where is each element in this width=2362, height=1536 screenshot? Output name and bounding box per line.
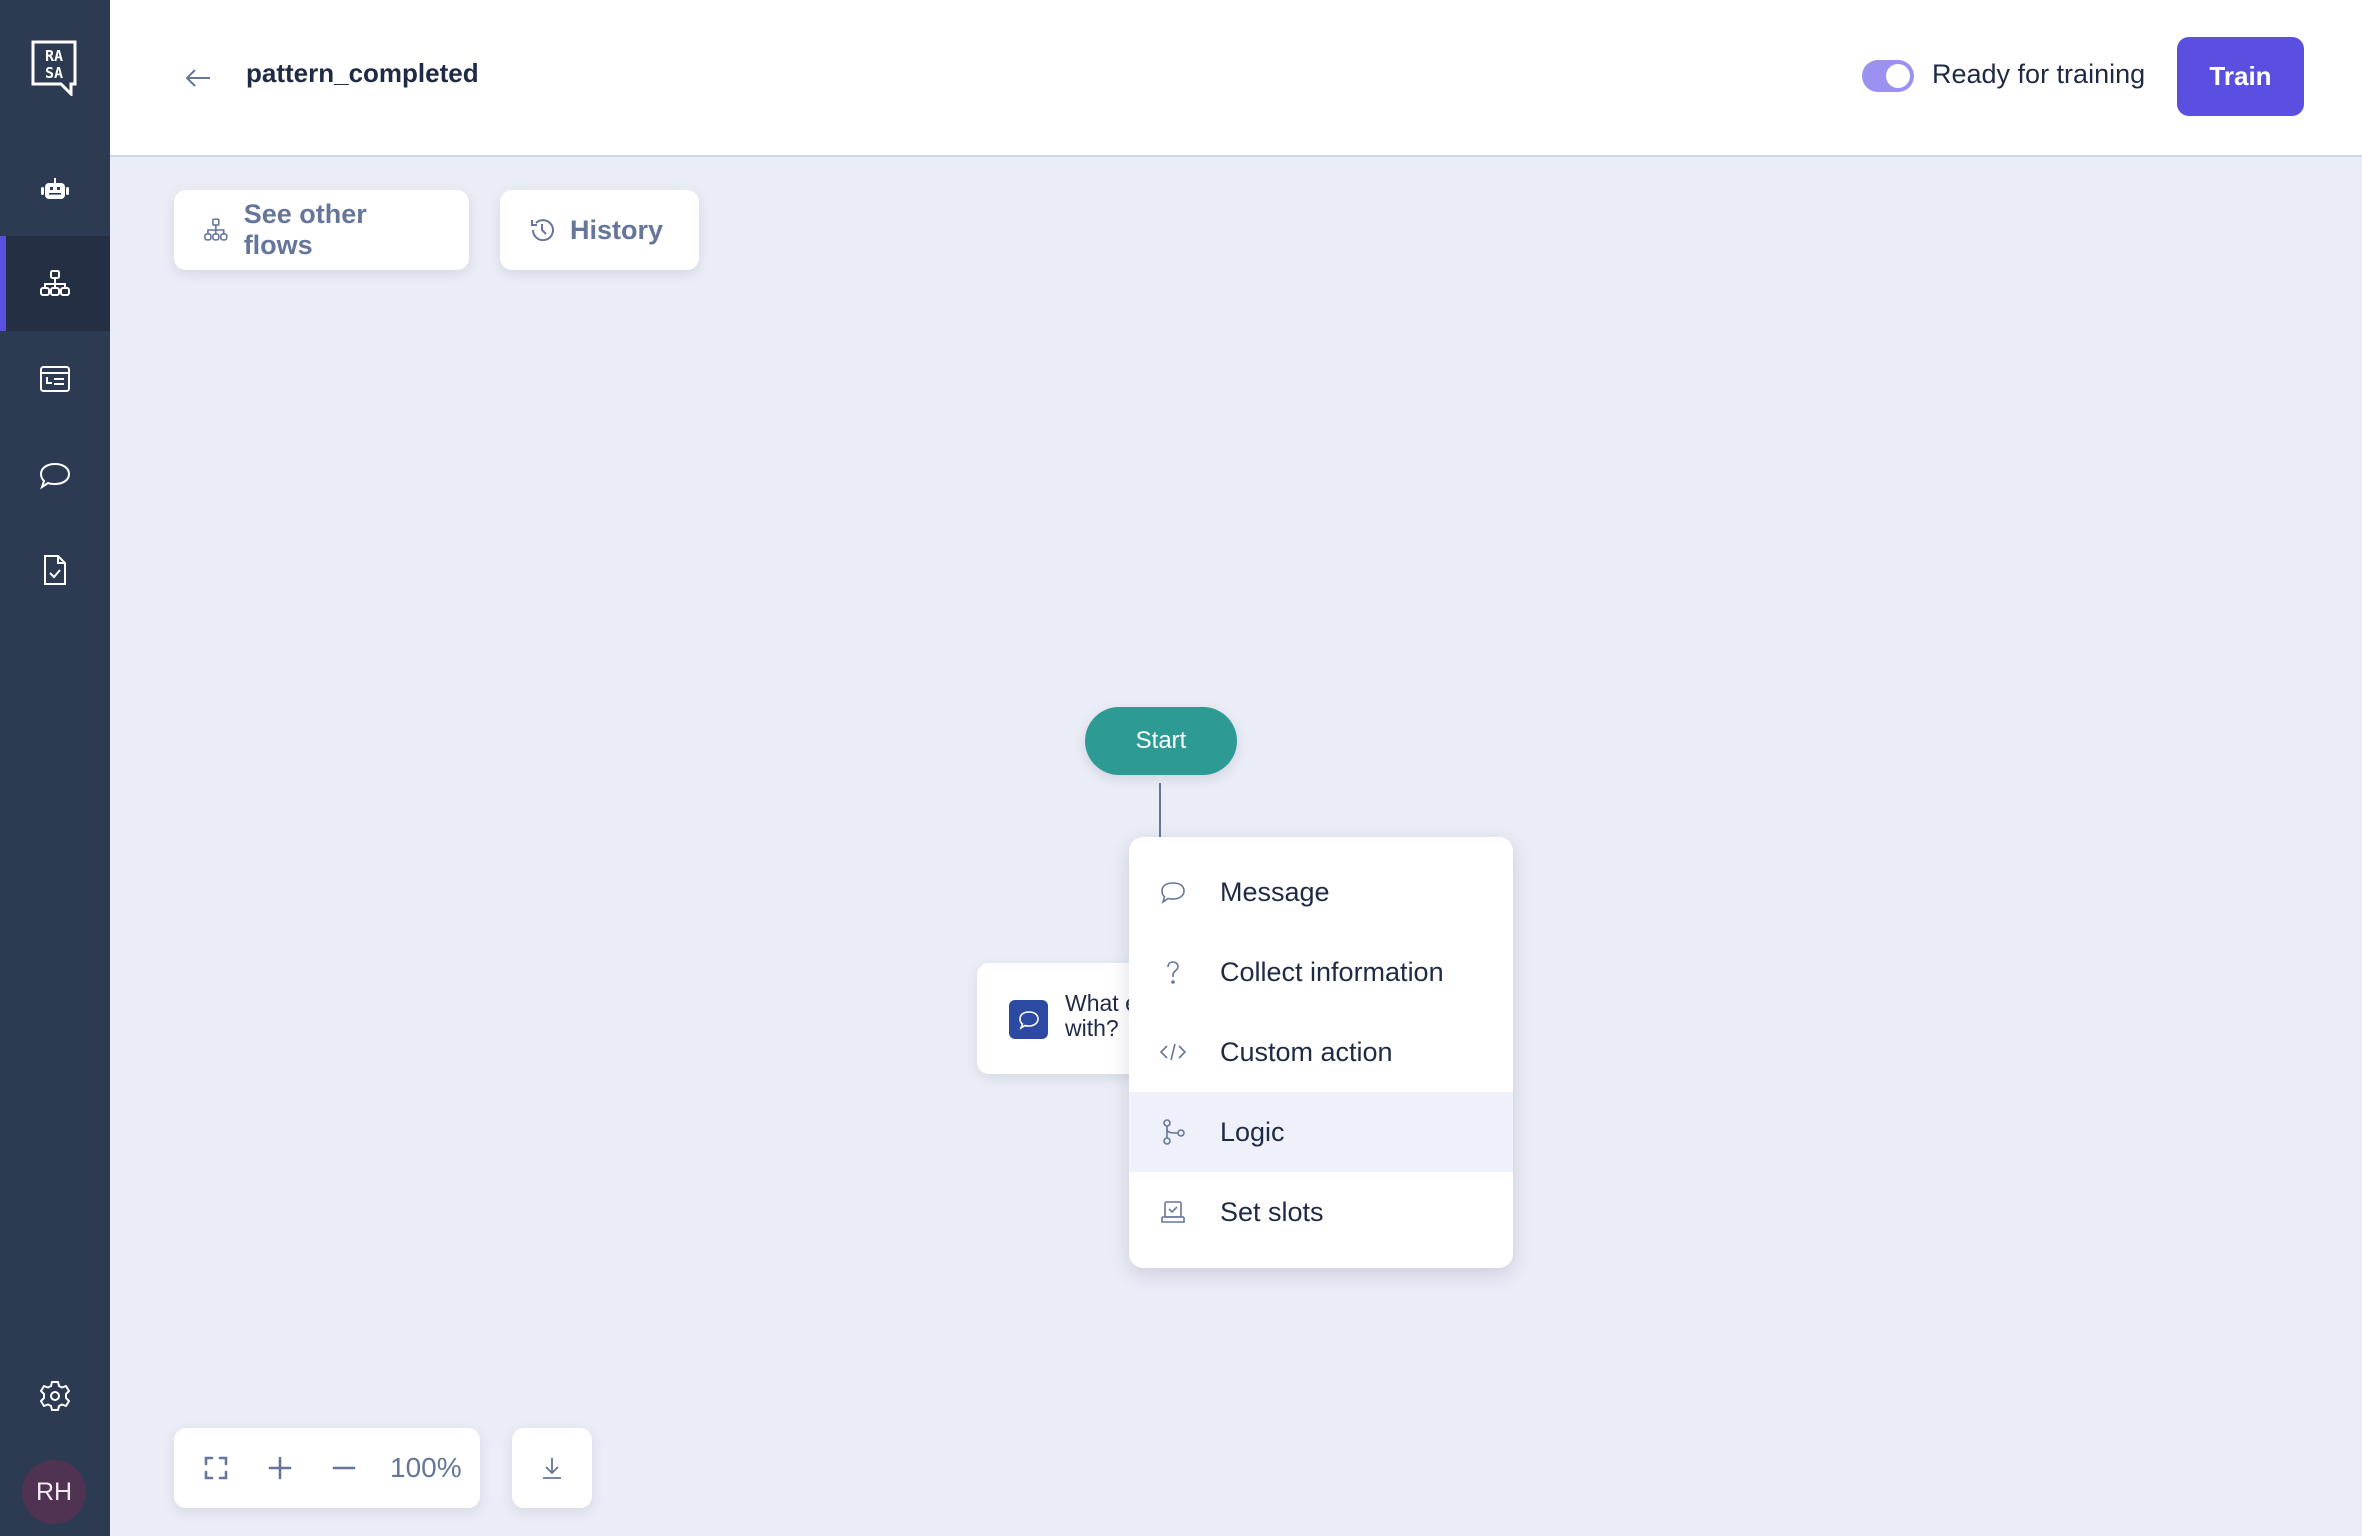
history-button[interactable]: History (500, 190, 699, 270)
sidebar-item-content[interactable] (0, 331, 110, 426)
ready-for-training-label: Ready for training (1932, 59, 2146, 89)
arrow-left-icon (185, 69, 210, 87)
start-node-label: Start (1135, 727, 1187, 754)
message-node-icon (1009, 1000, 1048, 1039)
chat-bubble-icon (1157, 876, 1189, 908)
fit-view-button[interactable] (196, 1448, 236, 1488)
zoom-out-button[interactable] (324, 1448, 364, 1488)
menu-item-label: Logic (1220, 1116, 1285, 1147)
flow-edge (1159, 783, 1161, 839)
sidebar-item-flows[interactable] (0, 236, 110, 331)
code-icon (1157, 1036, 1189, 1068)
menu-item-logic[interactable]: Logic (1129, 1092, 1513, 1172)
file-check-icon (44, 554, 66, 585)
rasa-logo-icon: RA SA (31, 40, 77, 98)
back-button[interactable] (180, 60, 216, 96)
sidebar-item-conversations[interactable] (0, 427, 110, 522)
download-icon (543, 1458, 561, 1479)
fullscreen-icon (204, 1456, 228, 1480)
history-icon (531, 219, 554, 242)
branch-icon (1157, 1116, 1189, 1148)
add-step-menu: Message Collect information Custom actio… (1129, 837, 1513, 1268)
menu-item-custom-action[interactable]: Custom action (1129, 1012, 1513, 1092)
minus-icon (332, 1466, 356, 1470)
svg-text:RA: RA (45, 47, 63, 65)
settings-button[interactable] (0, 1348, 110, 1443)
ready-for-training-toggle[interactable] (1862, 60, 1914, 92)
sidebar-item-tests[interactable] (0, 522, 110, 617)
avatar[interactable]: RH (22, 1460, 86, 1524)
zoom-in-button[interactable] (260, 1448, 300, 1488)
header: pattern_completed Ready for training Tra… (110, 0, 2362, 157)
svg-text:SA: SA (45, 64, 63, 82)
chat-icon (39, 462, 71, 489)
zoom-controls: 100% (174, 1428, 480, 1508)
menu-item-label: Message (1220, 876, 1330, 907)
question-icon (1157, 956, 1189, 988)
sidebar-item-assistant[interactable] (0, 142, 110, 237)
start-node[interactable]: Start (1085, 707, 1237, 775)
menu-item-message[interactable]: Message (1129, 852, 1513, 932)
gear-icon (40, 1380, 70, 1411)
flows-icon (40, 269, 70, 296)
responses-icon (40, 365, 70, 392)
history-label: History (570, 214, 664, 245)
menu-item-collect-information[interactable]: Collect information (1129, 932, 1513, 1012)
rasa-logo[interactable]: RA SA (31, 40, 77, 98)
plus-icon (268, 1456, 292, 1480)
menu-item-label: Set slots (1220, 1196, 1324, 1227)
menu-item-set-slots[interactable]: Set slots (1129, 1172, 1513, 1252)
menu-item-label: Custom action (1220, 1036, 1393, 1067)
flows-icon (204, 218, 228, 241)
train-button[interactable]: Train (2177, 37, 2304, 116)
menu-item-label: Collect information (1220, 956, 1444, 987)
see-other-flows-button[interactable]: See other flows (174, 190, 469, 270)
avatar-initials: RH (35, 1477, 73, 1506)
page-title: pattern_completed (246, 58, 479, 88)
robot-icon (41, 177, 69, 199)
zoom-level: 100% (390, 1452, 462, 1483)
chat-bubble-icon (1018, 1010, 1039, 1030)
see-other-flows-label: See other flows (243, 199, 367, 260)
set-slots-icon (1157, 1196, 1189, 1228)
download-button[interactable] (512, 1428, 592, 1508)
sidebar: RA SA RH (0, 0, 110, 1536)
